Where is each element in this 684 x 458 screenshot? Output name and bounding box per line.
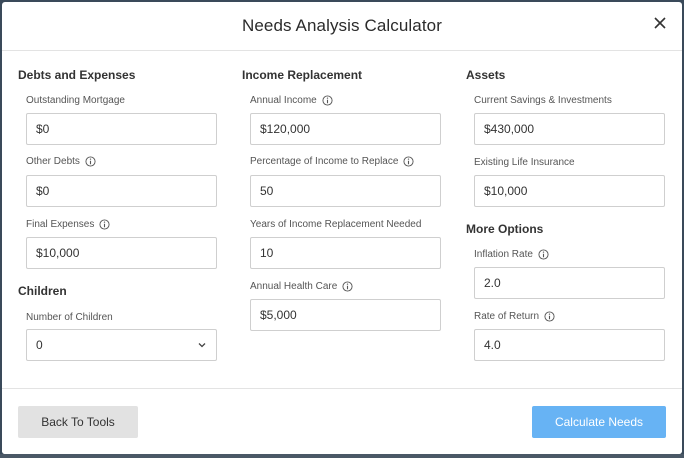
children-count-label: Number of Children bbox=[26, 312, 113, 323]
savings-label: Current Savings & Investments bbox=[474, 95, 612, 106]
other-debts-input[interactable]: $0 bbox=[26, 175, 217, 207]
close-button[interactable] bbox=[650, 13, 670, 33]
children-count-select[interactable]: 0 bbox=[26, 329, 217, 361]
assets-section-title: Assets bbox=[466, 68, 506, 82]
more-options-title: More Options bbox=[466, 222, 544, 236]
page-backdrop bbox=[0, 454, 684, 458]
info-icon[interactable] bbox=[403, 156, 414, 167]
needs-analysis-dialog: Needs Analysis Calculator Debts and Expe… bbox=[2, 2, 682, 454]
info-icon[interactable] bbox=[322, 95, 333, 106]
dialog-title: Needs Analysis Calculator bbox=[242, 16, 442, 35]
rate-of-return-input[interactable]: 4.0 bbox=[474, 329, 665, 361]
inflation-rate-label: Inflation Rate bbox=[474, 249, 549, 260]
info-icon[interactable] bbox=[99, 219, 110, 230]
final-expenses-label: Final Expenses bbox=[26, 219, 110, 230]
dialog-header: Needs Analysis Calculator bbox=[2, 2, 682, 51]
calculate-needs-button[interactable]: Calculate Needs bbox=[532, 406, 666, 438]
replacement-years-label: Years of Income Replacement Needed bbox=[250, 219, 422, 230]
replacement-years-input[interactable]: 10 bbox=[250, 237, 441, 269]
final-expenses-input[interactable]: $10,000 bbox=[26, 237, 217, 269]
other-debts-label: Other Debts bbox=[26, 156, 96, 167]
rate-of-return-label: Rate of Return bbox=[474, 311, 555, 322]
info-icon[interactable] bbox=[538, 249, 549, 260]
chevron-down-icon bbox=[198, 343, 206, 348]
health-care-label: Annual Health Care bbox=[250, 281, 353, 292]
income-percentage-input[interactable]: 50 bbox=[250, 175, 441, 207]
health-care-input[interactable]: $5,000 bbox=[250, 299, 441, 331]
close-icon bbox=[654, 17, 666, 29]
info-icon[interactable] bbox=[342, 281, 353, 292]
income-percentage-label: Percentage of Income to Replace bbox=[250, 156, 414, 167]
back-to-tools-button[interactable]: Back To Tools bbox=[18, 406, 138, 438]
dialog-footer: Back To Tools Calculate Needs bbox=[2, 388, 682, 454]
mortgage-input[interactable]: $0 bbox=[26, 113, 217, 145]
savings-input[interactable]: $430,000 bbox=[474, 113, 665, 145]
annual-income-input[interactable]: $120,000 bbox=[250, 113, 441, 145]
mortgage-label: Outstanding Mortgage bbox=[26, 95, 125, 106]
life-insurance-label: Existing Life Insurance bbox=[474, 157, 575, 168]
annual-income-label: Annual Income bbox=[250, 95, 333, 106]
inflation-rate-input[interactable]: 2.0 bbox=[474, 267, 665, 299]
children-section-title: Children bbox=[18, 284, 67, 298]
info-icon[interactable] bbox=[85, 156, 96, 167]
debts-section-title: Debts and Expenses bbox=[18, 68, 136, 82]
income-section-title: Income Replacement bbox=[242, 68, 363, 82]
info-icon[interactable] bbox=[544, 311, 555, 322]
life-insurance-input[interactable]: $10,000 bbox=[474, 175, 665, 207]
children-count-value: 0 bbox=[36, 338, 43, 352]
